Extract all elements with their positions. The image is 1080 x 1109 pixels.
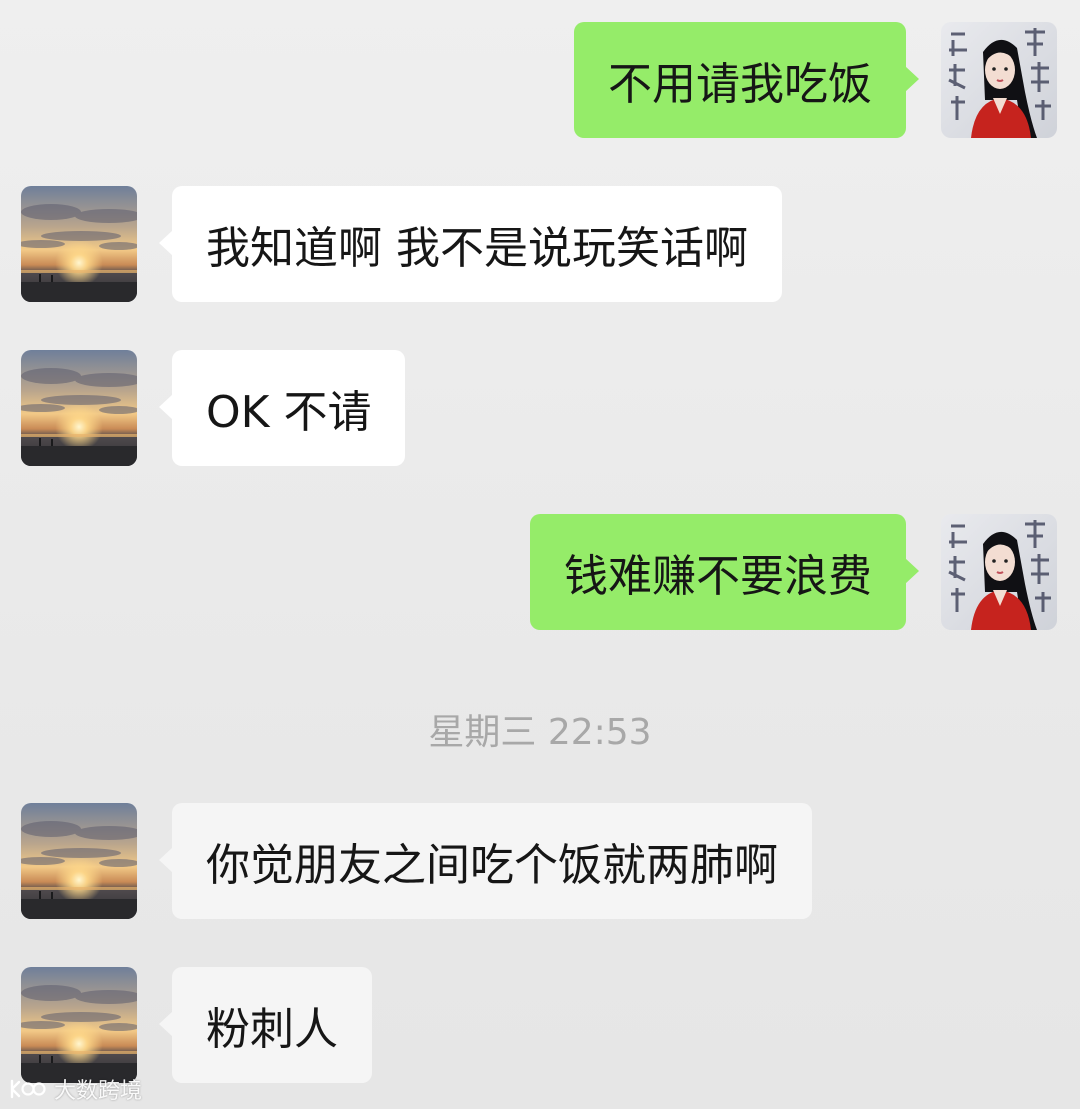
- message-text: 不用请我吃饭: [608, 59, 872, 110]
- watermark-text: 大数跨境: [54, 1079, 143, 1104]
- message-bubble[interactable]: 不用请我吃饭: [574, 22, 919, 138]
- portrait-avatar-icon: [941, 22, 1057, 138]
- contact-avatar[interactable]: [21, 350, 137, 466]
- user-avatar[interactable]: [941, 514, 1057, 630]
- contact-avatar[interactable]: [21, 803, 137, 919]
- message-row: 我知道啊 我不是说玩笑话啊: [0, 186, 1080, 302]
- sunset-avatar-icon: [21, 350, 137, 466]
- user-avatar[interactable]: [941, 22, 1057, 138]
- message-row: 不用请我吃饭: [0, 22, 1080, 138]
- watermark-logo-icon: [10, 1079, 46, 1099]
- message-bubble[interactable]: 你觉朋友之间吃个饭就两肺啊: [159, 803, 812, 919]
- message-bubble[interactable]: OK 不请: [158, 350, 406, 466]
- watermark: 大数跨境: [8, 1073, 142, 1105]
- timestamp: 星期三 22:53: [428, 712, 652, 753]
- message-text: 钱难赚不要浪费: [564, 551, 872, 602]
- message-text: 我知道啊 我不是说玩笑话啊: [206, 223, 748, 274]
- chat-area: 不用请我吃饭 我知道啊 我不是说玩笑话啊 OK 不请 钱难赚不要浪费 星期三 2…: [0, 0, 1080, 1109]
- message-row: 钱难赚不要浪费: [0, 514, 1080, 630]
- contact-avatar[interactable]: [21, 967, 137, 1083]
- sunset-avatar-icon: [21, 803, 137, 919]
- message-bubble[interactable]: 我知道啊 我不是说玩笑话啊: [159, 186, 782, 302]
- sunset-avatar-icon: [21, 967, 137, 1083]
- message-text: OK 不请: [206, 387, 372, 438]
- portrait-avatar-icon: [941, 514, 1057, 630]
- sunset-avatar-icon: [21, 186, 137, 302]
- contact-avatar[interactable]: [21, 186, 137, 302]
- message-row: OK 不请: [0, 350, 1080, 466]
- message-bubble[interactable]: 钱难赚不要浪费: [530, 514, 919, 630]
- message-row: 粉刺人: [0, 967, 1080, 1083]
- message-text: 粉刺人: [206, 1004, 338, 1055]
- message-bubble[interactable]: 粉刺人: [159, 967, 372, 1083]
- message-text: 你觉朋友之间吃个饭就两肺啊: [206, 840, 778, 891]
- message-row: 你觉朋友之间吃个饭就两肺啊: [0, 803, 1080, 919]
